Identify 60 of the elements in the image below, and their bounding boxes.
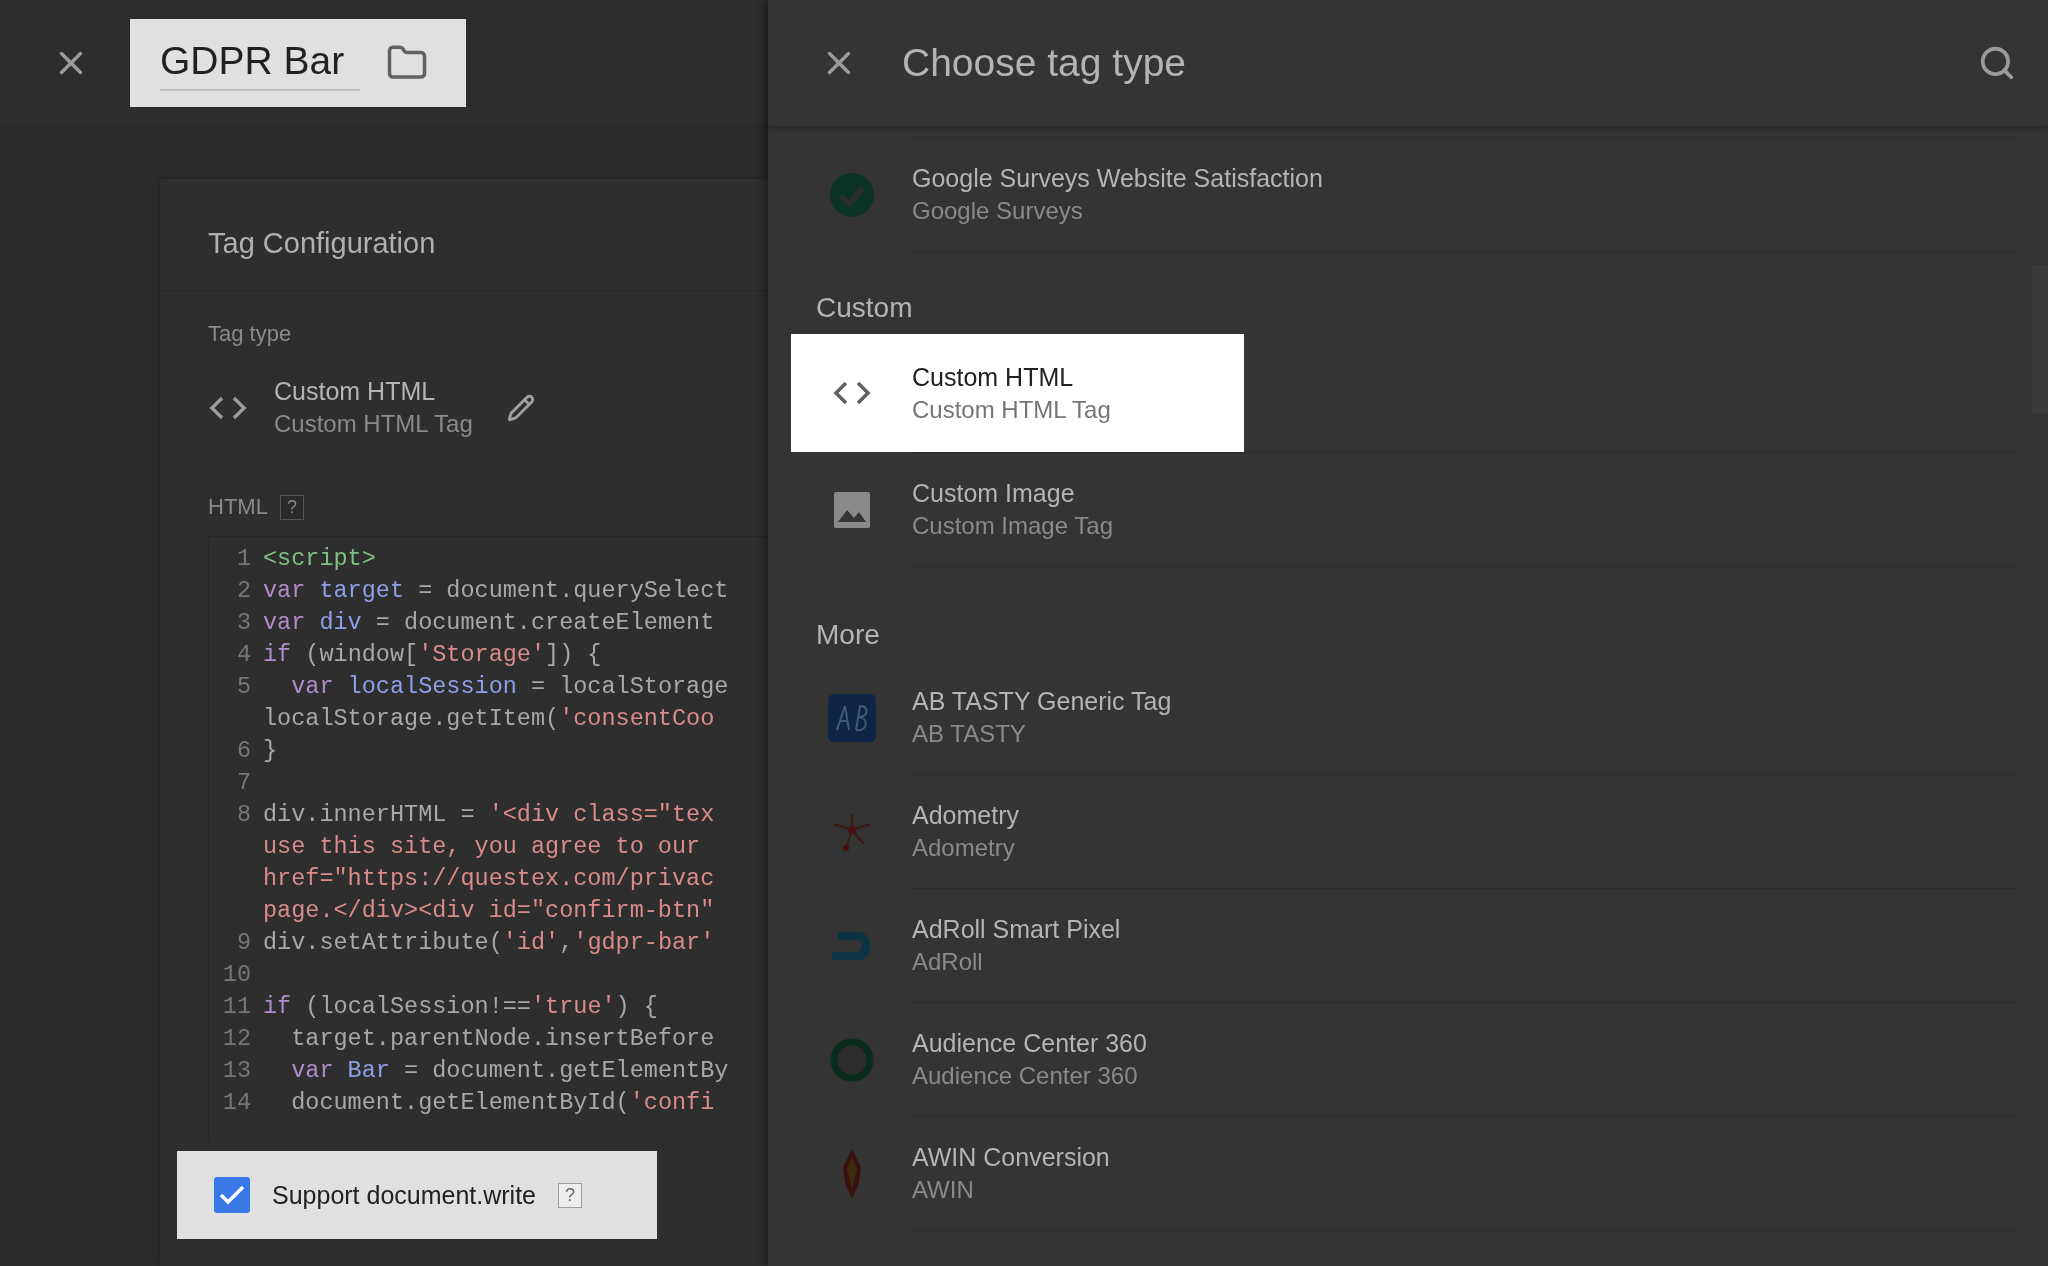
panel-title: Choose tag type	[902, 41, 1188, 85]
line-number: 8	[235, 800, 252, 830]
checkbox[interactable]	[214, 1177, 250, 1213]
tag-type-item[interactable]: AWIN Conversion AWIN	[791, 1117, 2016, 1230]
check-circle-icon	[829, 172, 874, 217]
field-label: HTML	[208, 494, 268, 520]
tag-type-item[interactable]: Google Surveys Website Satisfaction Google Surveys	[791, 138, 2016, 251]
pencil-icon	[506, 393, 535, 422]
section-heading: More	[815, 618, 881, 652]
line-number: 11	[221, 992, 252, 1022]
tag-type-item[interactable]: Audience Center 360 Audience Center 360	[791, 1003, 2016, 1116]
code-line: }	[263, 736, 278, 766]
search-icon	[1978, 44, 2016, 82]
tag-type-item[interactable]: Custom Image Custom Image Tag	[791, 453, 2016, 566]
code-icon	[831, 380, 872, 406]
checkbox-label: Support document.write	[272, 1180, 537, 1210]
help-button[interactable]: ?	[558, 1182, 583, 1208]
tag-type-name: Custom HTML	[274, 377, 437, 406]
code-line: var Bar = document.getElementBy	[290, 1056, 729, 1086]
tag-type-item[interactable]: AdRoll Smart Pixel AdRoll	[791, 889, 2016, 1002]
code-icon	[208, 394, 248, 421]
code-line: localStorage.getItem('consentCoo	[263, 704, 715, 734]
line-number: 4	[235, 640, 252, 670]
line-number: 10	[221, 960, 252, 990]
field-label: Tag type	[208, 321, 292, 347]
line-number: 9	[235, 928, 252, 958]
code-line: if (window['Storage']) {	[263, 640, 602, 670]
code-line: <script>	[263, 544, 376, 574]
code-line: document.getElementById('confi	[290, 1088, 715, 1118]
code-line: target.parentNode.insertBefore	[290, 1024, 715, 1054]
code-line: div.innerHTML = '<div class="tex	[263, 800, 715, 830]
search-button[interactable]	[1978, 44, 2016, 82]
line-number: 14	[221, 1088, 252, 1118]
tag-name-field[interactable]: GDPR Bar	[160, 35, 360, 91]
code-line: use this site, you agree to our	[263, 832, 701, 862]
line-number: 6	[235, 736, 252, 766]
code-line: var target = document.querySelect	[263, 576, 729, 606]
line-number: 13	[221, 1056, 252, 1086]
image-icon	[833, 491, 870, 528]
tag-type-item[interactable]: Custom HTML Custom HTML Tag	[791, 334, 1244, 452]
code-line: var localSession = localStorage	[290, 672, 729, 702]
line-number: 12	[221, 1024, 252, 1054]
help-button[interactable]: ?	[279, 494, 304, 520]
line-number: 2	[235, 576, 252, 606]
code-line: page.</div><div id="confirm-btn"	[263, 896, 715, 926]
line-number: 7	[235, 768, 252, 798]
code-line: var div = document.createElement	[263, 608, 715, 638]
line-number: 5	[235, 672, 252, 702]
edit-icon[interactable]	[506, 393, 535, 422]
line-number: 1	[235, 544, 252, 574]
letters-logo-icon	[827, 693, 876, 742]
section-heading: Custom	[815, 291, 914, 325]
ring-logo-icon	[829, 1037, 874, 1082]
tag-type-item[interactable]: Adometry Adometry	[791, 775, 2016, 888]
code-line: if (localSession!=='true') {	[263, 992, 658, 1022]
code-line: href="https://questex.com/privac	[263, 864, 715, 894]
tag-type-description: Custom HTML Tag	[274, 410, 473, 438]
line-number: 3	[235, 608, 252, 638]
tag-type-item[interactable]: AB TASTY Generic Tag AB TASTY	[791, 661, 2016, 774]
code-line: div.setAttribute('id','gdpr-bar'	[263, 928, 715, 958]
